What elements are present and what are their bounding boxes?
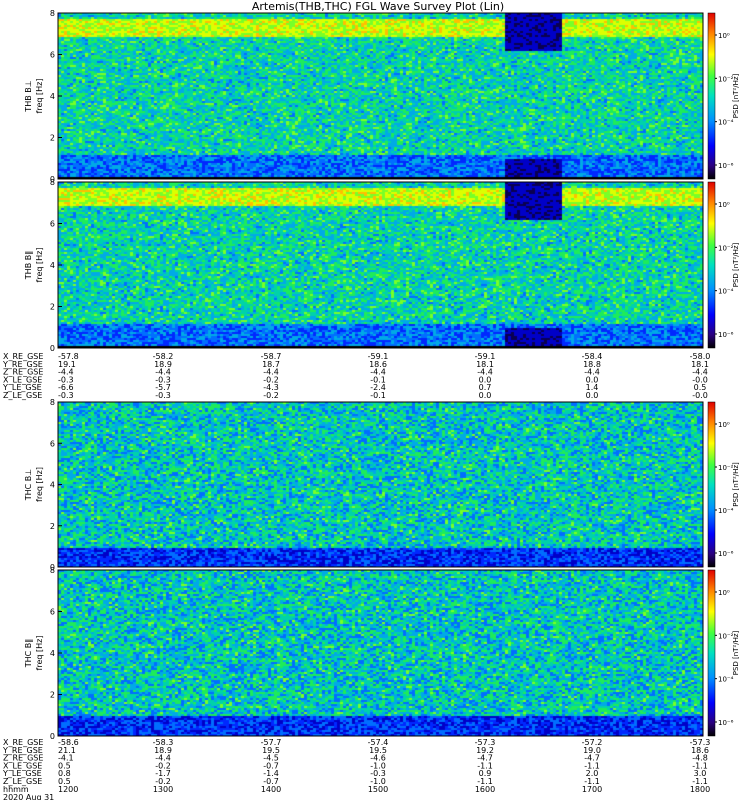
colorbar-tick-label: 10⁻⁶ <box>718 331 734 339</box>
colorbar <box>707 569 716 737</box>
colorbar-tick-label: 10⁰ <box>718 201 730 209</box>
y-tick-label: 4 <box>50 649 55 658</box>
y-tick-label: 4 <box>50 261 55 270</box>
ephemeris-value: -0.3 <box>58 391 74 400</box>
y-tick-label: 0 <box>50 732 55 741</box>
ephemeris-row-label: Z_LE_GSE <box>3 391 42 400</box>
x-tick-label: 1400 <box>261 785 281 794</box>
y-tick-label: 2 <box>50 303 55 312</box>
colorbar-label: PSD [nT²/Hz] <box>732 630 740 675</box>
spectrogram-image <box>58 182 703 348</box>
colorbar-tick-label: 10⁻⁴ <box>718 288 734 296</box>
probe-label: THC B⊥ <box>24 469 33 502</box>
y-tick-label: 6 <box>50 51 55 60</box>
probe-label: THB B⊥ <box>24 80 33 112</box>
y-tick-label: 0 <box>50 344 55 353</box>
colorbar-tick-label: 10⁻⁶ <box>718 550 734 558</box>
ephemeris-value: -0.0 <box>692 391 708 400</box>
spectrogram-figure: Artemis(THB,THC) FGL Wave Survey Plot (L… <box>2 0 740 800</box>
spectrogram-panel-4: 02468THC B‖ freq [Hz]10⁰10⁻²10⁻⁴10⁻⁶PSD [… <box>24 566 740 741</box>
x-tick-label: 1300 <box>153 785 173 794</box>
ephemeris-value: -0.2 <box>263 391 279 400</box>
spectrogram-image <box>58 13 703 179</box>
chart-title: Artemis(THB,THC) FGL Wave Survey Plot (L… <box>252 0 504 13</box>
ephemeris-value: -0.3 <box>155 391 171 400</box>
spectrogram-panel-2: 02468THB B‖ freq [Hz]10⁰10⁻²10⁻⁴10⁻⁶PSD [… <box>24 178 740 353</box>
y-tick-label: 2 <box>50 522 55 531</box>
date-label: 2020 Aug 31 <box>3 793 54 800</box>
ephemeris-value: -0.1 <box>370 391 386 400</box>
spectrogram-image <box>58 570 703 736</box>
y-axis-label: freq [Hz] <box>35 636 44 671</box>
y-tick-label: 6 <box>50 608 55 617</box>
colorbar-tick-label: 10⁻⁶ <box>718 162 734 170</box>
colorbar-tick-label: 10⁻⁴ <box>718 676 734 684</box>
colorbar-tick-label: 10⁻⁴ <box>718 507 734 515</box>
y-tick-label: 6 <box>50 439 55 448</box>
colorbar-tick-label: 10⁰ <box>718 421 730 429</box>
y-tick-label: 8 <box>50 9 55 18</box>
y-tick-label: 8 <box>50 566 55 575</box>
x-tick-label: 1600 <box>475 785 495 794</box>
spectrogram-panel-3: 02468THC B⊥ freq [Hz]10⁰10⁻²10⁻⁴10⁻⁶PSD [… <box>24 398 740 572</box>
ephemeris-value: 0.0 <box>479 391 492 400</box>
y-tick-label: 8 <box>50 178 55 187</box>
y-tick-label: 4 <box>50 481 55 490</box>
spectrogram-panel-1: 02468THB B⊥ freq [Hz]10⁰10⁻²10⁻⁴10⁻⁶PSD [… <box>24 9 740 184</box>
colorbar-tick-label: 10⁻⁶ <box>718 719 734 727</box>
probe-label: THC B‖ <box>24 639 33 669</box>
colorbar-label: PSD [nT²/Hz] <box>732 242 740 287</box>
colorbar <box>707 12 716 180</box>
x-tick-label: 1500 <box>368 785 388 794</box>
y-tick-label: 8 <box>50 398 55 407</box>
y-axis-label: freq [Hz] <box>35 467 44 502</box>
y-tick-label: 6 <box>50 220 55 229</box>
y-tick-label: 4 <box>50 92 55 101</box>
x-tick-label: 1800 <box>690 785 710 794</box>
colorbar-label: PSD [nT²/Hz] <box>732 73 740 118</box>
x-tick-label: 1700 <box>582 785 602 794</box>
ephemeris-thc: X_RE_GSE -58.6 -58.3 -57.7 -57.4 -57.3 -57.2 -5… <box>2 738 710 800</box>
colorbar <box>707 181 716 349</box>
y-tick-label: 2 <box>50 134 55 143</box>
y-axis-label: freq [Hz] <box>35 79 44 114</box>
colorbar <box>707 401 716 568</box>
colorbar-tick-label: 10⁻⁴ <box>718 119 734 127</box>
probe-label: THB B‖ <box>24 251 33 280</box>
ephemeris-thb: X_RE_GSE -57.8 -58.2 -58.7 -59.1 -59.1 -58.4 -5… <box>2 352 710 400</box>
colorbar-tick-label: 10⁰ <box>718 32 730 40</box>
x-tick-label: 1200 <box>58 785 78 794</box>
colorbar-label: PSD [nT²/Hz] <box>732 462 740 507</box>
spectrogram-image <box>58 402 703 567</box>
y-tick-label: 2 <box>50 691 55 700</box>
ephemeris-value: 0.0 <box>586 391 599 400</box>
colorbar-tick-label: 10⁰ <box>718 589 730 597</box>
y-axis-label: freq [Hz] <box>35 248 44 283</box>
